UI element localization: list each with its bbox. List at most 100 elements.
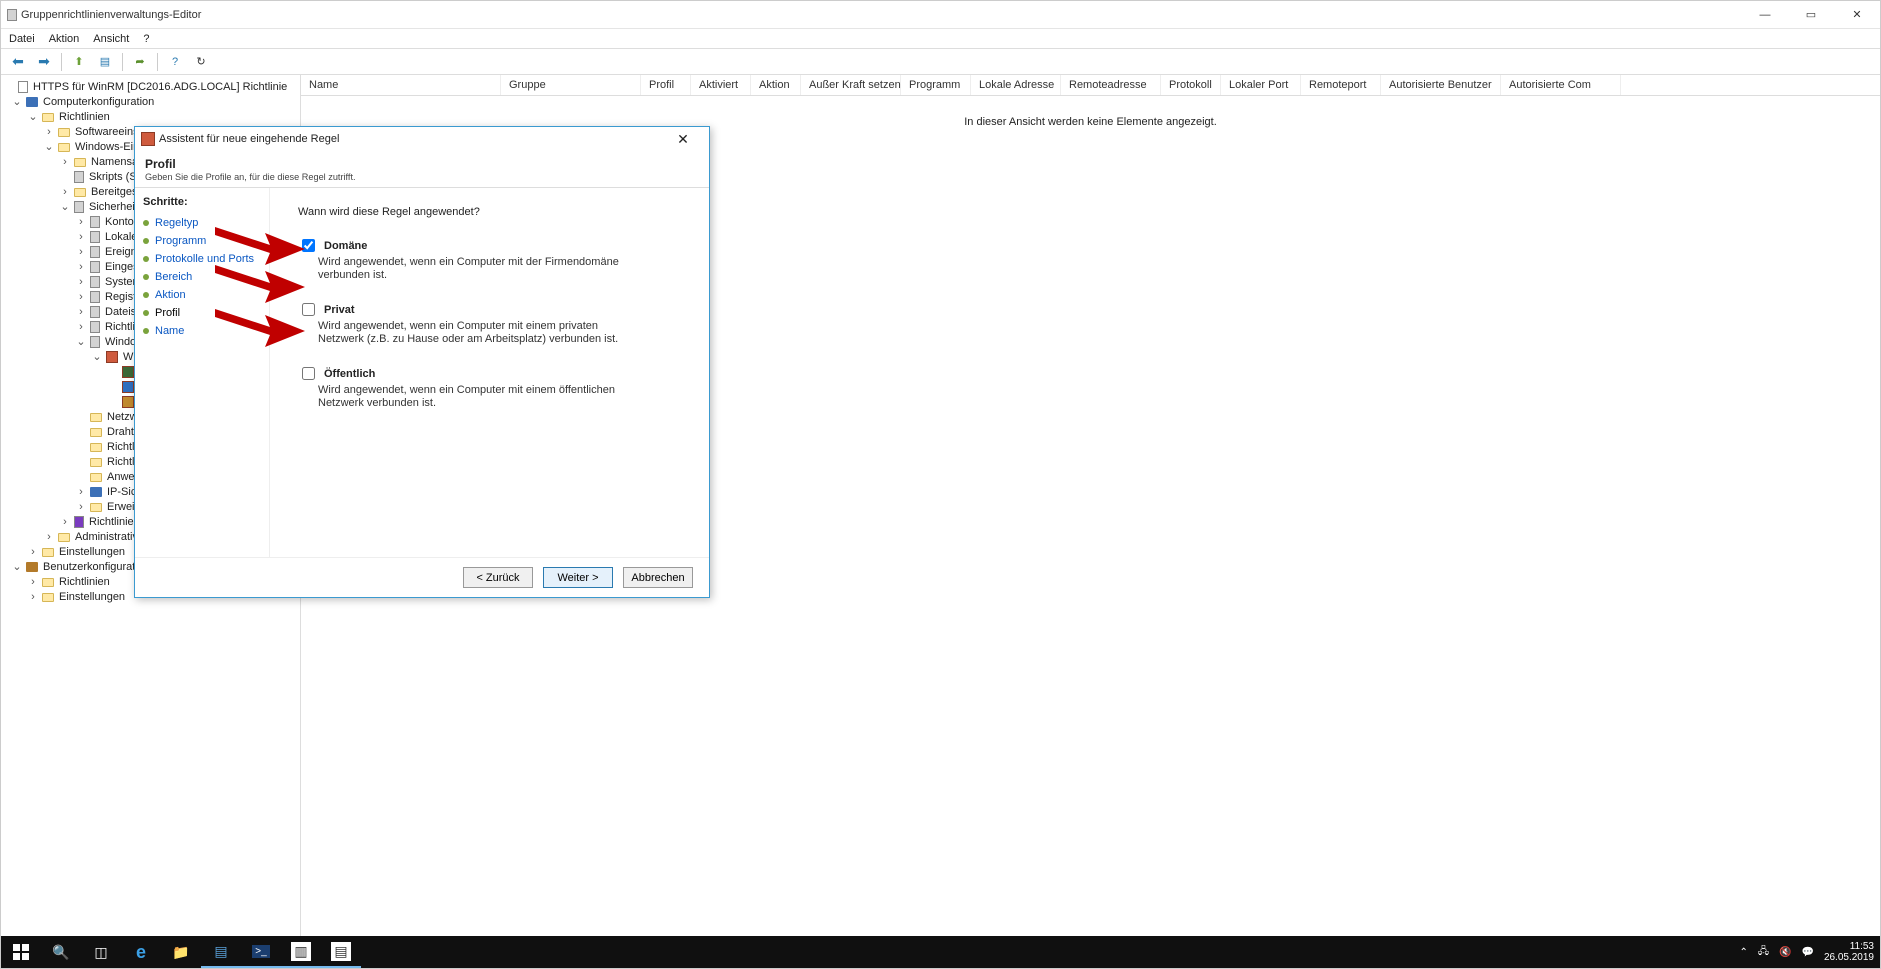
next-button[interactable]: Weiter > [543, 567, 613, 588]
tree-root[interactable]: HTTPS für WinRM [DC2016.ADG.LOCAL] Richt… [31, 81, 289, 93]
expand-icon[interactable]: ⌄ [11, 560, 23, 573]
column-header[interactable]: Gruppe [501, 75, 641, 95]
minimize-button[interactable]: — [1742, 1, 1788, 29]
back-button[interactable]: ⬅ [7, 51, 29, 73]
wizard-step[interactable]: Bereich [143, 268, 261, 286]
gpedit-button[interactable]: ▤ [321, 936, 361, 968]
column-header[interactable]: Autorisierte Benutzer [1381, 75, 1501, 95]
expand-icon[interactable]: ⌄ [43, 140, 55, 153]
powershell-button[interactable]: >_ [241, 936, 281, 968]
expand-icon[interactable]: › [59, 516, 71, 528]
taskview-button[interactable]: ◫ [81, 936, 121, 968]
refresh-button[interactable]: ↻ [190, 51, 212, 73]
help-button[interactable]: ? [164, 51, 186, 73]
wizard-step[interactable]: Protokolle und Ports [143, 250, 261, 268]
expand-icon[interactable]: › [59, 156, 71, 168]
column-header[interactable]: Protokoll [1161, 75, 1221, 95]
expand-icon[interactable]: › [75, 486, 87, 498]
tray-expand-icon[interactable]: ⌃ [1739, 947, 1747, 958]
sound-icon[interactable]: 🔇 [1779, 947, 1791, 958]
profile-checkbox[interactable] [302, 367, 315, 380]
tree-computer[interactable]: Computerkonfiguration [41, 96, 156, 108]
maximize-button[interactable]: ▭ [1788, 1, 1834, 29]
profile-checkbox[interactable] [302, 239, 315, 252]
column-header[interactable]: Lokale Adresse [971, 75, 1061, 95]
expand-icon[interactable]: › [43, 126, 55, 138]
column-header[interactable]: Profil [641, 75, 691, 95]
column-header[interactable]: Programm [901, 75, 971, 95]
action-center-icon[interactable]: 💬 [1801, 947, 1813, 958]
menu-view[interactable]: Ansicht [93, 33, 129, 45]
modal-close-button[interactable]: ✕ [663, 131, 703, 148]
modal-title: Assistent für neue eingehende Regel [155, 133, 339, 145]
show-tree-button[interactable]: ▤ [94, 51, 116, 73]
expand-icon[interactable]: › [75, 291, 87, 303]
expand-icon[interactable]: ⌄ [59, 200, 71, 213]
profile-checkbox-label[interactable]: Öffentlich [298, 364, 695, 383]
column-header[interactable]: Außer Kraft setzen [801, 75, 901, 95]
tree-windows[interactable]: Windo [103, 336, 138, 348]
profile-checkbox-label[interactable]: Domäne [298, 236, 695, 255]
tree-policies[interactable]: Richtlinien [57, 111, 112, 123]
folder-icon [42, 548, 54, 557]
expand-icon[interactable]: › [75, 231, 87, 243]
server-manager-button[interactable]: ▤ [201, 936, 241, 968]
network-icon[interactable]: 🖧 [1758, 944, 1769, 961]
expand-icon[interactable]: › [75, 216, 87, 228]
profile-checkbox-label[interactable]: Privat [298, 300, 695, 319]
tree-ueinstellungen[interactable]: Einstellungen [57, 591, 127, 603]
policy-icon [18, 81, 28, 93]
column-header[interactable]: Lokaler Port [1221, 75, 1301, 95]
wizard-step[interactable]: Name [143, 322, 261, 340]
expand-icon[interactable]: › [59, 186, 71, 198]
column-header[interactable]: Remoteadresse [1061, 75, 1161, 95]
menu-help[interactable]: ? [143, 33, 149, 45]
tree-einstellungen[interactable]: Einstellungen [57, 546, 127, 558]
expand-icon[interactable]: › [75, 276, 87, 288]
main-window: Gruppenrichtlinienverwaltungs-Editor — ▭… [0, 0, 1881, 969]
titlebar: Gruppenrichtlinienverwaltungs-Editor — ▭… [1, 1, 1880, 29]
expand-icon[interactable]: ⌄ [75, 335, 87, 348]
ie-button[interactable]: e [121, 936, 161, 968]
up-button[interactable]: ⬆ [68, 51, 90, 73]
expand-icon[interactable]: › [27, 576, 39, 588]
column-header[interactable]: Aktion [751, 75, 801, 95]
system-tray[interactable]: ⌃ 🖧 🔇 💬 11:53 26.05.2019 [1739, 941, 1880, 963]
expand-icon[interactable]: › [75, 321, 87, 333]
column-header[interactable]: Autorisierte Com [1501, 75, 1621, 95]
expand-icon[interactable]: › [75, 501, 87, 513]
expand-icon[interactable]: ⌄ [27, 110, 39, 123]
expand-icon[interactable]: ⌄ [91, 350, 103, 363]
wizard-step[interactable]: Aktion [143, 286, 261, 304]
expand-icon[interactable]: › [75, 246, 87, 258]
explorer-button[interactable]: 📁 [161, 936, 201, 968]
forward-button[interactable]: ➡ [33, 51, 55, 73]
expand-icon[interactable]: › [27, 546, 39, 558]
column-header[interactable]: Aktiviert [691, 75, 751, 95]
menu-file[interactable]: Datei [9, 33, 35, 45]
expand-icon[interactable]: › [27, 591, 39, 603]
modal-sub: Geben Sie die Profile an, für die diese … [145, 172, 356, 182]
folder-icon [42, 113, 54, 122]
column-headers: NameGruppeProfilAktiviertAktionAußer Kra… [301, 75, 1880, 96]
search-button[interactable]: 🔍 [41, 936, 81, 968]
profile-checkbox[interactable] [302, 303, 315, 316]
expand-icon[interactable]: › [43, 531, 55, 543]
menu-action[interactable]: Aktion [49, 33, 80, 45]
folder-icon [58, 128, 70, 137]
start-button[interactable] [1, 936, 41, 968]
clock[interactable]: 11:53 26.05.2019 [1824, 941, 1874, 963]
wizard-step[interactable]: Regeltyp [143, 214, 261, 232]
wizard-step[interactable]: Programm [143, 232, 261, 250]
gpmc-button[interactable]: ▥ [281, 936, 321, 968]
column-header[interactable]: Name [301, 75, 501, 95]
expand-icon[interactable]: › [75, 306, 87, 318]
close-button[interactable]: ✕ [1834, 1, 1880, 29]
tree-urichtlinien[interactable]: Richtlinien [57, 576, 112, 588]
back-button[interactable]: < Zurück [463, 567, 533, 588]
column-header[interactable]: Remoteport [1301, 75, 1381, 95]
expand-icon[interactable]: ⌄ [11, 95, 23, 108]
export-button[interactable]: ➦ [129, 51, 151, 73]
cancel-button[interactable]: Abbrechen [623, 567, 693, 588]
expand-icon[interactable]: › [75, 261, 87, 273]
